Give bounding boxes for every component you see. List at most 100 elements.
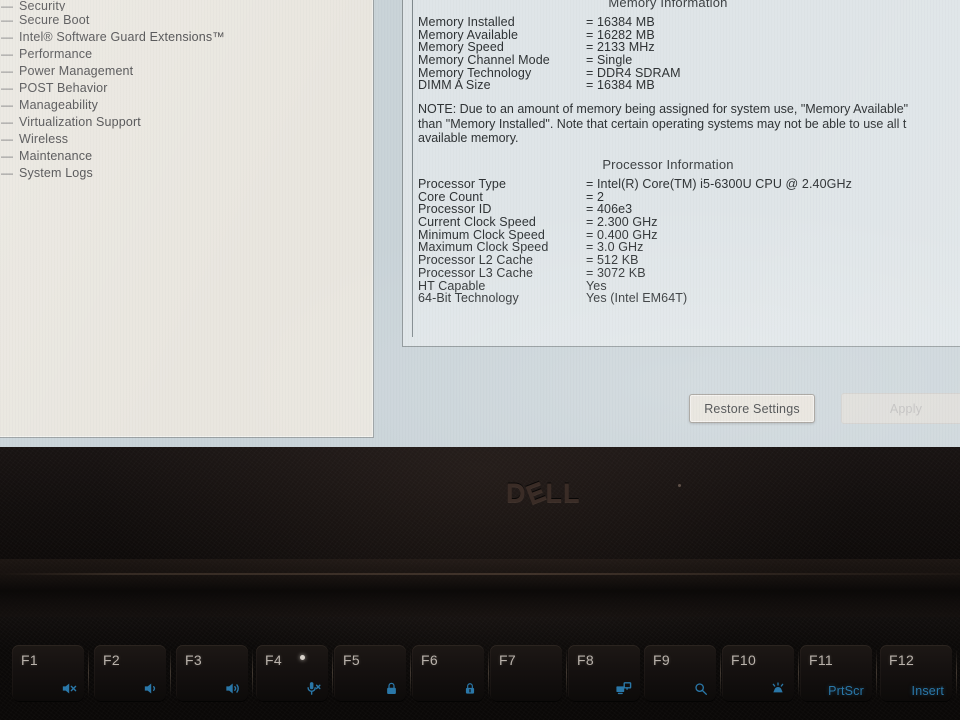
info-row: DIMM A Size = 16384 MB [418,78,960,93]
key-separator [170,649,171,697]
key-label: F2 [103,652,120,668]
key-separator [720,649,721,697]
key-f7[interactable]: F7 [490,645,562,702]
sidebar-item-secure-boot[interactable]: +—Secure Boot [0,11,373,28]
memory-note-line-3: available memory. [418,131,519,146]
key-f6[interactable]: F6 [412,645,484,702]
dust-speck [678,484,681,487]
sidebar-item-label: System Logs [19,165,93,180]
key-separator [876,649,877,697]
hinge-highlight-line [0,573,960,575]
key-f2[interactable]: F2 [94,645,166,702]
processor-information-table: Processor Type = Intel(R) Core(TM) i5-630… [413,177,960,306]
info-row-key: Processor ID [418,202,492,217]
info-row-key: Memory Channel Mode [418,53,550,68]
info-row: Current Clock Speed = 2.300 GHz [418,215,960,230]
info-row-value: Yes (Intel EM64T) [586,291,688,306]
key-secondary-label: Insert [911,684,944,698]
info-row-key: Processor L3 Cache [418,265,534,280]
info-row-key: Memory Speed [418,40,504,55]
tree-connector-icon: — [1,148,13,163]
key-f3[interactable]: F3 [176,645,248,702]
info-row: Memory Installed = 16384 MB [418,15,960,29]
tree-connector-icon: — [1,80,13,95]
key-label: F12 [889,652,915,668]
restore-settings-button[interactable]: Restore Settings [689,394,815,423]
sidebar-item-label: Virtualization Support [19,114,141,129]
sidebar-item-manageability[interactable]: +—Manageability [0,96,373,113]
scroll-lock-icon[interactable] [463,681,477,697]
speaker-mute-icon[interactable] [60,680,77,697]
sidebar-item-label: Intel® Software Guard Extensions™ [19,29,225,44]
dell-logo: DELL [506,476,581,511]
sidebar-item-label: Maintenance [19,148,93,163]
info-row-value: = Single [586,53,633,68]
volume-down-icon[interactable] [142,680,159,697]
tree-connector-icon: — [1,12,13,27]
key-separator [956,649,957,697]
sidebar-item-label: Manageability [19,97,99,112]
key-separator [566,649,567,697]
sidebar-item-intel-software-guard-extensions[interactable]: +—Intel® Software Guard Extensions™ [0,28,373,45]
key-f4[interactable]: F4 [256,645,328,702]
key-f11[interactable]: F11 PrtScr [800,645,872,702]
key-f12[interactable]: F12 Insert [880,645,952,702]
key-f10[interactable]: F10 [722,645,794,702]
info-row-key: Current Clock Speed [418,215,536,230]
key-label: F6 [421,652,438,668]
sidebar-item-wireless[interactable]: +—Wireless [0,130,373,147]
tree-connector-icon: — [1,97,13,112]
info-row: Memory Available = 16282 MB [418,28,960,42]
info-row: Memory Channel Mode = Single [418,53,960,68]
sidebar-item-security[interactable]: +—Security [0,1,373,11]
processor-information-title: Processor Information [602,157,734,172]
sidebar-item-maintenance[interactable]: +—Maintenance [0,147,373,164]
sidebar-item-power-management[interactable]: +—Power Management [0,62,373,79]
info-row: Memory Speed = 2133 MHz [418,40,960,55]
keyboard-backlight-icon[interactable] [769,681,787,697]
tree-connector-icon: — [1,1,13,11]
sidebar-item-system-logs[interactable]: +—System Logs [0,164,373,181]
sidebar-item-label: Secure Boot [19,12,90,27]
bios-settings-sidebar[interactable]: +—Security+—Secure Boot+—Intel® Software… [0,0,374,438]
info-row-value: = 2 [586,189,605,204]
keyboard-function-row[interactable]: F1 F2 F3 F4 F5 F6 F7 F8 F9 F10 F11 PrtScr F12 Insert [0,645,960,720]
key-f8[interactable]: F8 [568,645,640,702]
screenshot-root: +—Security+—Secure Boot+—Intel® Software… [0,0,960,720]
sidebar-item-post-behavior[interactable]: +—POST Behavior [0,79,373,96]
sidebar-item-label: Performance [19,46,93,61]
tree-connector-icon: — [1,29,13,44]
display-switch-icon[interactable] [614,680,633,697]
info-row-value: = 2133 MHz [586,40,655,55]
info-row-value: = DDR4 SDRAM [586,65,681,80]
microphone-mute-icon[interactable] [303,680,321,697]
num-lock-icon[interactable] [384,681,399,697]
key-f1[interactable]: F1 [12,645,84,702]
info-row-key: Core Count [418,189,483,204]
info-row-value: = 0.400 GHz [586,227,658,242]
sidebar-item-label: Power Management [19,63,134,78]
key-separator [798,649,799,697]
key-separator [252,649,253,697]
info-row: Minimum Clock Speed = 0.400 GHz [418,227,960,242]
key-f5[interactable]: F5 [334,645,406,702]
bios-menu-tree[interactable]: +—Security+—Secure Boot+—Intel® Software… [0,1,373,181]
volume-up-icon[interactable] [223,680,241,697]
key-label: F3 [185,652,202,668]
info-row-value: = 3072 KB [586,265,646,280]
info-row-key: DIMM A Size [418,78,491,93]
key-f9[interactable]: F9 [644,645,716,702]
apply-button[interactable]: Apply [841,393,960,424]
info-row-key: Processor Type [418,177,507,191]
info-row: Maximum Clock Speed = 3.0 GHz [418,240,960,255]
sidebar-item-performance[interactable]: +—Performance [0,45,373,62]
key-separator [332,649,333,697]
processor-information-section: Processor Information Processor Type = In… [413,157,960,306]
search-icon[interactable] [693,681,709,697]
info-row-value: = 16384 MB [586,15,655,29]
tree-connector-icon: — [1,63,13,78]
info-row-value: = 3.0 GHz [586,240,644,255]
sidebar-item-virtualization-support[interactable]: +—Virtualization Support [0,113,373,130]
key-secondary-label: PrtScr [828,684,864,698]
memory-note-line-2: than "Memory Installed". Note that certa… [418,116,907,131]
